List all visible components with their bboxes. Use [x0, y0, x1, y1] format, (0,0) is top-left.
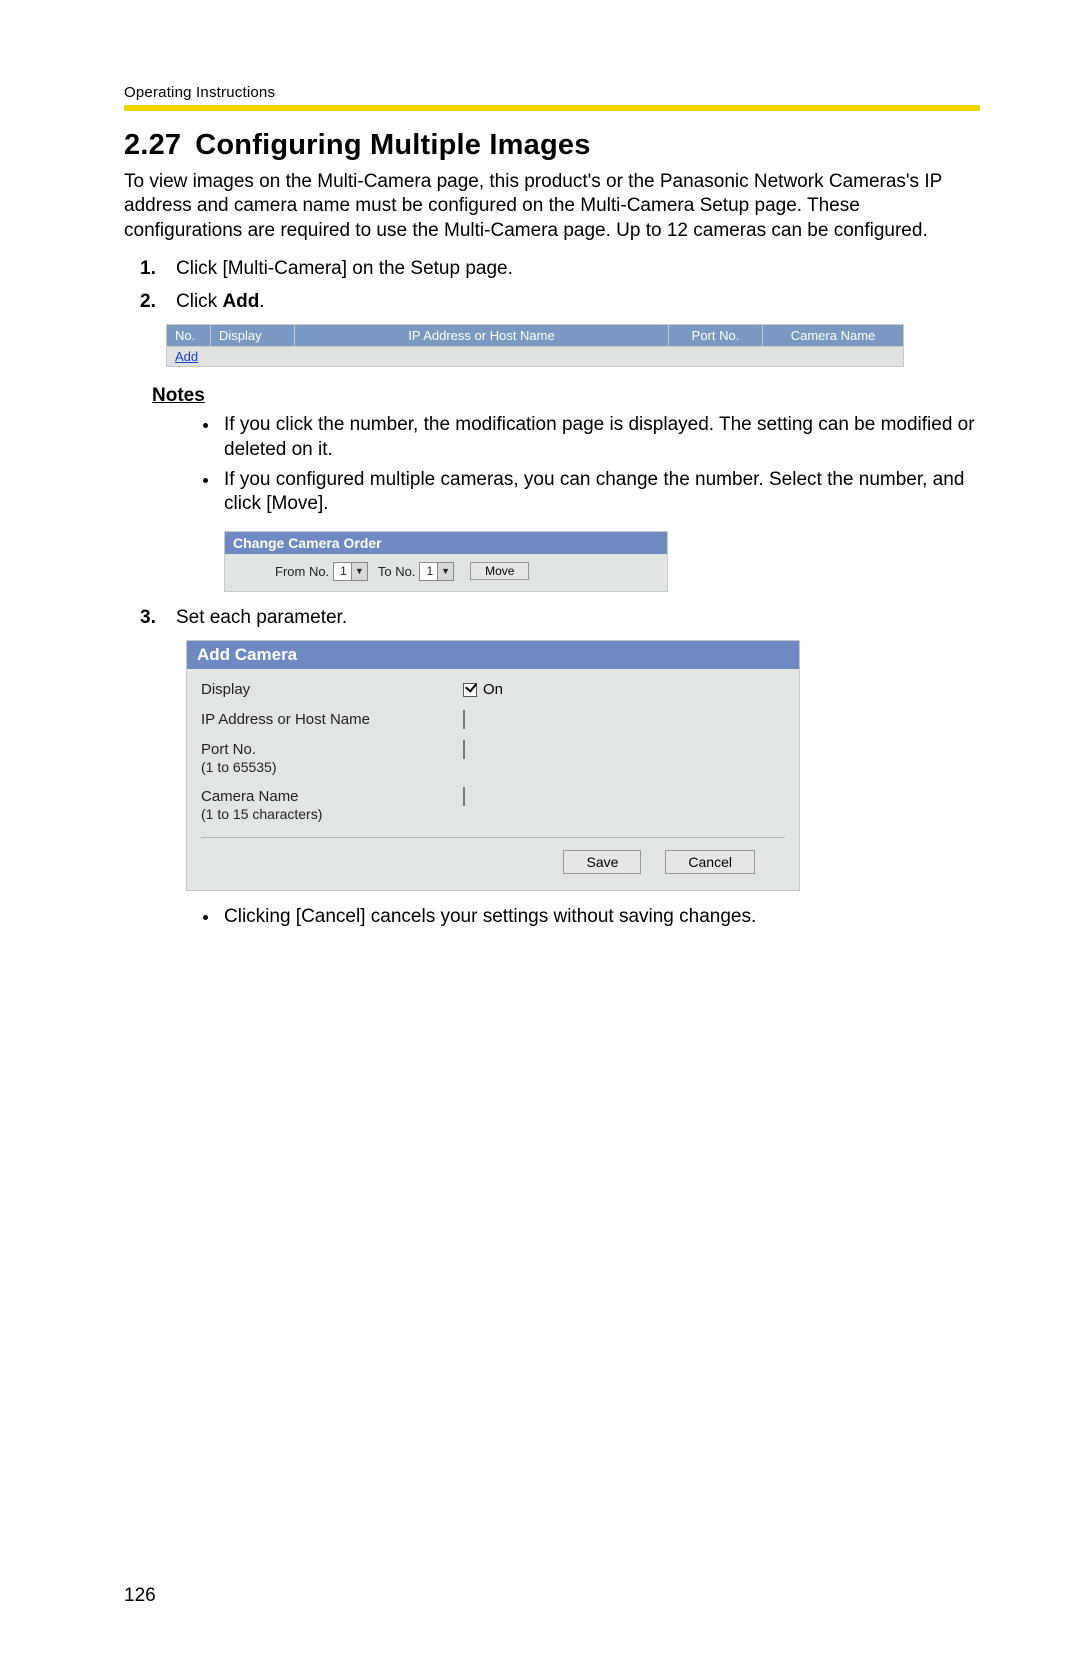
ip-input[interactable] — [463, 710, 465, 729]
display-value-text: On — [483, 681, 503, 698]
col-camera: Camera Name — [763, 325, 903, 346]
intro-paragraph: To view images on the Multi-Camera page,… — [124, 170, 980, 243]
step-2: 2. Click Add. — [124, 290, 980, 315]
row-port: Port No. (1 to 65535) — [187, 735, 799, 782]
name-label: Camera Name — [201, 788, 299, 805]
row-display: Display On — [187, 675, 799, 705]
change-order-panel: Change Camera Order From No. 1 ▼ To No. … — [224, 531, 668, 592]
to-label: To No. — [378, 564, 416, 579]
col-no: No. — [167, 325, 211, 346]
header-divider — [124, 105, 980, 111]
section-title-text: Configuring Multiple Images — [195, 129, 590, 161]
row-name: Camera Name (1 to 15 characters) — [187, 782, 799, 829]
add-link[interactable]: Add — [175, 349, 198, 364]
table-header-row: No. Display IP Address or Host Name Port… — [167, 325, 903, 346]
from-label: From No. — [275, 564, 329, 579]
step-2-bold: Add — [222, 291, 259, 312]
name-input[interactable] — [463, 787, 465, 806]
step-1-text: Click [Multi-Camera] on the Setup page. — [176, 258, 513, 279]
running-head: Operating Instructions — [124, 84, 980, 101]
step-number: 2. — [140, 290, 156, 315]
from-value: 1 — [334, 564, 351, 578]
save-button[interactable]: Save — [563, 850, 641, 874]
row-ip: IP Address or Host Name — [187, 705, 799, 735]
step-1: 1. Click [Multi-Camera] on the Setup pag… — [124, 257, 980, 282]
note-item: If you configured multiple cameras, you … — [220, 468, 980, 517]
display-label: Display — [201, 681, 463, 699]
notes-heading: Notes — [152, 385, 980, 407]
chevron-down-icon: ▼ — [437, 563, 453, 580]
port-sublabel: (1 to 65535) — [201, 759, 463, 776]
from-select[interactable]: 1 ▼ — [333, 562, 368, 581]
chevron-down-icon: ▼ — [351, 563, 367, 580]
to-select[interactable]: 1 ▼ — [419, 562, 454, 581]
post-note: Clicking [Cancel] cancels your settings … — [220, 905, 980, 930]
cancel-button[interactable]: Cancel — [665, 850, 755, 874]
col-display: Display — [211, 325, 295, 346]
move-button[interactable]: Move — [470, 562, 529, 580]
camera-list-table: No. Display IP Address or Host Name Port… — [166, 324, 904, 367]
ip-label: IP Address or Host Name — [201, 711, 463, 729]
add-camera-title: Add Camera — [187, 641, 799, 669]
step-number: 3. — [140, 606, 156, 631]
step-3: 3. Set each parameter. — [124, 606, 980, 631]
step-3-text: Set each parameter. — [176, 607, 347, 628]
add-camera-panel: Add Camera Display On IP Address or Host… — [186, 640, 800, 891]
step-2-pre: Click — [176, 291, 222, 312]
note-item: If you click the number, the modificatio… — [220, 413, 980, 462]
step-number: 1. — [140, 257, 156, 282]
table-row: Add — [167, 346, 903, 367]
change-order-title: Change Camera Order — [225, 532, 667, 554]
section-number: 2.27 — [124, 129, 181, 161]
display-checkbox[interactable] — [463, 683, 477, 697]
to-value: 1 — [420, 564, 437, 578]
port-label: Port No. — [201, 741, 256, 758]
step-2-post: . — [259, 291, 264, 312]
col-port: Port No. — [669, 325, 763, 346]
col-ip: IP Address or Host Name — [295, 325, 669, 346]
name-sublabel: (1 to 15 characters) — [201, 806, 463, 823]
section-title: 2.27 Configuring Multiple Images — [124, 129, 980, 162]
page-number: 126 — [124, 1585, 156, 1607]
port-input[interactable] — [463, 740, 465, 759]
